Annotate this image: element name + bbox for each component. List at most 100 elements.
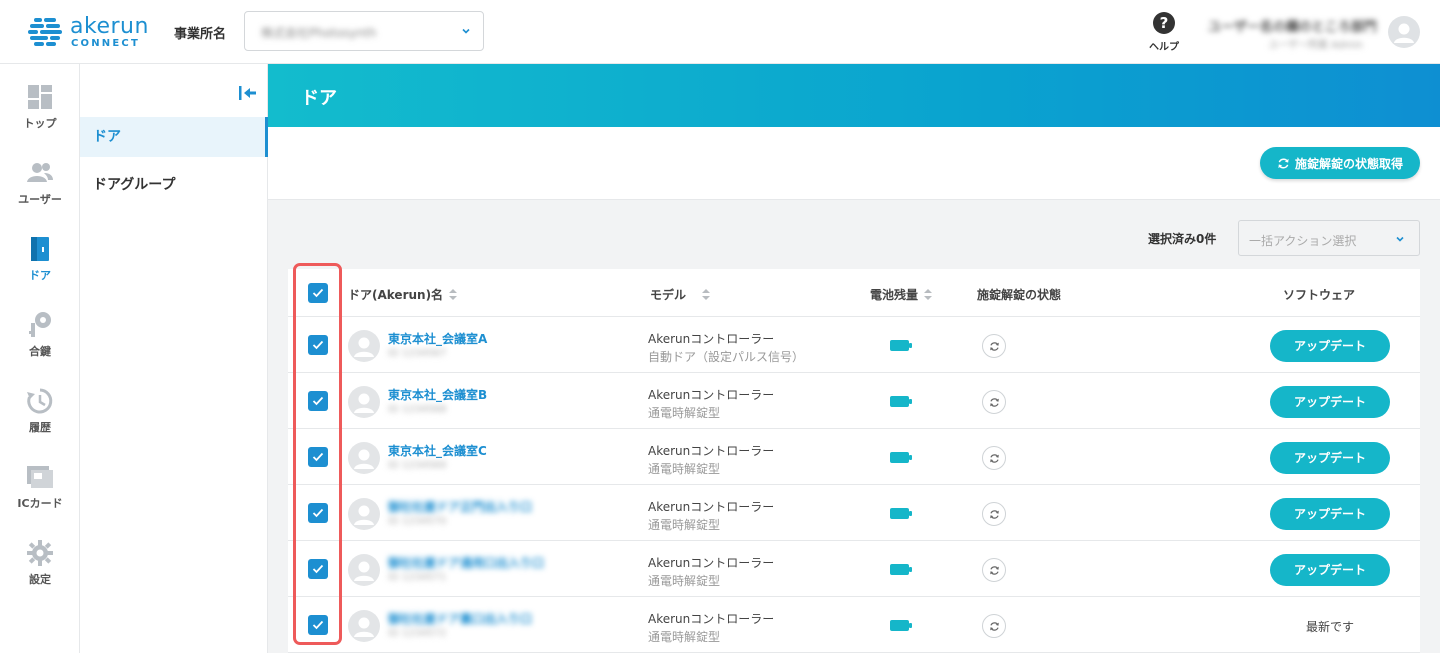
- row-checkbox[interactable]: [308, 559, 328, 579]
- akerun-logo[interactable]: akerun CONNECT: [28, 14, 148, 50]
- door-name-link[interactable]: 御社社屋ドア正門出入り口: [388, 498, 532, 515]
- door-sub-id: ID 1234568: [388, 404, 447, 415]
- door-sub-id: ID 1234571: [388, 572, 447, 583]
- user-avatar[interactable]: [1388, 16, 1420, 48]
- sort-icon: [924, 288, 933, 301]
- update-button[interactable]: アップデート: [1270, 386, 1390, 418]
- update-button[interactable]: アップデート: [1270, 442, 1390, 474]
- lock-state-refresh-button[interactable]: [982, 334, 1006, 358]
- user-name[interactable]: ユーザー名の欄のところ部門: [1208, 16, 1377, 35]
- subnav-item-door-group[interactable]: ドアグループ: [80, 165, 268, 205]
- model-type: 通電時解錠型: [648, 518, 721, 532]
- model-name: Akerunコントローラー: [648, 444, 775, 458]
- lock-state-refresh-button[interactable]: [982, 558, 1006, 582]
- nav-item-door[interactable]: ドア: [0, 216, 80, 286]
- office-label: 事業所名: [174, 27, 227, 42]
- door-name-link[interactable]: 東京本社_会議室A: [388, 330, 487, 347]
- avatar-person-icon: [354, 337, 374, 357]
- row-checkbox[interactable]: [308, 447, 328, 467]
- column-header-software: ソフトウェア: [1283, 288, 1356, 302]
- select-all-checkbox[interactable]: [308, 283, 328, 303]
- battery-full-icon: [890, 564, 912, 575]
- door-name-link[interactable]: 東京本社_会議室C: [388, 442, 487, 459]
- column-header-name[interactable]: ドア(Akerun)名: [348, 286, 458, 303]
- table-row: 東京本社_会議室B ID 1234568 Akerunコントローラー 通電時解錠…: [288, 373, 1420, 429]
- icon-nav: トップ ユーザー ドア 合鍵 履歴 ICカード 設定: [0, 64, 80, 653]
- check-icon: [312, 452, 324, 462]
- page-toolbar: 施錠解錠の状態取得: [268, 127, 1440, 200]
- door-icon: [31, 237, 49, 261]
- refresh-icon: [989, 509, 999, 519]
- avatar-person-icon: [354, 449, 374, 469]
- nav-item-users[interactable]: ユーザー: [0, 140, 80, 210]
- column-header-model[interactable]: モデル: [650, 286, 711, 303]
- refresh-icon: [989, 453, 999, 463]
- logo-sub: CONNECT: [71, 38, 140, 49]
- table-row: 御社社屋ドア通用口出入り口 ID 1234571 Akerunコントローラー 通…: [288, 541, 1420, 597]
- model-type: 自動ドア（設定パルス信号）: [648, 350, 805, 364]
- nav-item-settings[interactable]: 設定: [0, 520, 80, 590]
- model-name: Akerunコントローラー: [648, 500, 775, 514]
- lock-state-refresh-button[interactable]: [982, 614, 1006, 638]
- model-type: 通電時解錠型: [648, 574, 721, 588]
- nav-item-ic-card[interactable]: ICカード: [0, 444, 80, 514]
- lock-state-refresh-button[interactable]: [982, 446, 1006, 470]
- door-name-link[interactable]: 御社社屋ドア裏口出入り口: [388, 610, 532, 627]
- refresh-icon: [989, 565, 999, 575]
- door-sub-id: ID 1234569: [388, 460, 447, 471]
- page-title: ドア: [301, 88, 337, 109]
- door-sub-id: ID 1234572: [388, 628, 447, 639]
- office-select[interactable]: 株式会社Photosynth: [244, 11, 484, 51]
- model-type: 通電時解錠型: [648, 630, 721, 644]
- update-button[interactable]: アップデート: [1270, 554, 1390, 586]
- nav-item-history[interactable]: 履歴: [0, 368, 80, 438]
- update-button[interactable]: アップデート: [1270, 498, 1390, 530]
- logo-mark-icon: [28, 18, 62, 46]
- lock-state-refresh-button[interactable]: [982, 502, 1006, 526]
- table-row: 東京本社_会議室C ID 1234569 Akerunコントローラー 通電時解錠…: [288, 429, 1420, 485]
- lock-state-refresh-button[interactable]: [982, 390, 1006, 414]
- gear-icon: [27, 540, 53, 566]
- column-header-battery[interactable]: 電池残量: [870, 286, 933, 303]
- door-sub-id: ID 1234567: [388, 348, 447, 359]
- row-checkbox[interactable]: [308, 503, 328, 523]
- row-checkbox[interactable]: [308, 615, 328, 635]
- update-button[interactable]: アップデート: [1270, 330, 1390, 362]
- users-icon: [27, 163, 53, 182]
- refresh-icon: [989, 621, 999, 631]
- chevron-down-icon: [462, 28, 470, 34]
- bulk-action-select[interactable]: 一括アクション選択: [1238, 220, 1420, 256]
- nav-item-top[interactable]: トップ: [0, 64, 80, 134]
- check-icon: [312, 288, 324, 298]
- model-name: Akerunコントローラー: [648, 556, 775, 570]
- nav-item-key[interactable]: 合鍵: [0, 292, 80, 362]
- check-icon: [312, 620, 324, 630]
- model-name: Akerunコントローラー: [648, 388, 775, 402]
- fetch-lock-status-button[interactable]: 施錠解錠の状態取得: [1260, 147, 1420, 179]
- door-table: ドア(Akerun)名 モデル 電池残量 施錠解錠の状態 ソフトウェア 東京本社…: [288, 269, 1420, 653]
- nav-label: トップ: [23, 117, 57, 130]
- subnav-item-door[interactable]: ドア: [80, 117, 268, 157]
- model-type: 通電時解錠型: [648, 462, 721, 476]
- column-header-lock-state: 施錠解錠の状態: [977, 288, 1062, 302]
- door-avatar: [348, 330, 380, 362]
- chevron-down-icon: [1396, 236, 1404, 242]
- table-header: ドア(Akerun)名 モデル 電池残量 施錠解錠の状態 ソフトウェア: [288, 269, 1420, 317]
- history-icon: [27, 388, 53, 414]
- door-avatar: [348, 442, 380, 474]
- row-checkbox[interactable]: [308, 391, 328, 411]
- door-name-link[interactable]: 御社社屋ドア通用口出入り口: [388, 554, 544, 571]
- help-button[interactable]: ? ヘルプ: [1148, 10, 1180, 54]
- check-icon: [312, 340, 324, 350]
- check-icon: [312, 508, 324, 518]
- row-checkbox[interactable]: [308, 335, 328, 355]
- fetch-lock-status-label: 施錠解錠の状態取得: [1294, 156, 1403, 171]
- collapse-sidebar-button[interactable]: [238, 84, 258, 102]
- nav-label: 設定: [29, 573, 51, 586]
- refresh-icon: [989, 341, 999, 351]
- nav-label: ドア: [29, 269, 51, 282]
- door-name-link[interactable]: 東京本社_会議室B: [388, 386, 487, 403]
- sort-icon: [702, 288, 711, 301]
- door-avatar: [348, 386, 380, 418]
- ic-card-icon: [27, 466, 53, 488]
